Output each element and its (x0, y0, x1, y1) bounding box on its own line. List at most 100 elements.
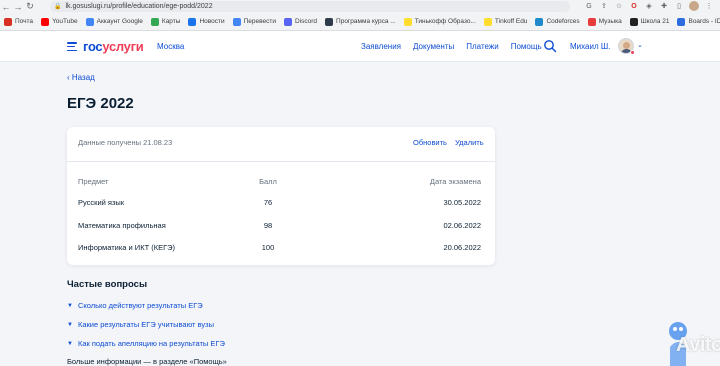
bookmark-label: Тинькофф Образо... (414, 18, 476, 25)
bookmark-favicon-icon (232, 17, 241, 26)
faq-item-label: Какие результаты ЕГЭ учитывают вузы (77, 320, 214, 329)
back-label: Назад (71, 73, 95, 82)
chevron-down-icon[interactable]: ⌄ (637, 41, 643, 49)
logo-part-2: услуги (102, 39, 144, 54)
bookmark-favicon-icon (4, 17, 12, 26)
bookmark-favicon-icon (283, 17, 292, 26)
extension-icon[interactable]: ◈ (644, 1, 654, 11)
data-received-text: Данные получены 21.08.23 (78, 138, 173, 147)
bookmark-favicon-icon (629, 17, 638, 26)
bookmark-item[interactable]: Программа курса ... (325, 17, 396, 26)
bookmark-item[interactable]: Codeforces (535, 17, 580, 26)
bookmark-item[interactable]: Почта (4, 17, 34, 26)
bookmark-label: Discord (294, 18, 318, 25)
bookmark-favicon-icon (677, 17, 686, 26)
column-header-subject: Предмет (78, 177, 109, 186)
notification-dot (630, 50, 635, 55)
site-header: госуслуги Москва Заявления Документы Пла… (0, 31, 720, 62)
star-icon[interactable]: ☆ (614, 1, 624, 11)
back-link[interactable]: ‹ Назад (67, 73, 95, 82)
bookmarks-bar: Почта YouTube Аккаунт Google Карты Новости Пе… (0, 13, 720, 31)
nav-payments[interactable]: Платежи (466, 42, 498, 51)
faq-title: Частые вопросы (67, 279, 148, 290)
page-title: ЕГЭ 2022 (67, 95, 134, 112)
bookmark-label: YouTube (52, 18, 78, 25)
bookmark-item[interactable]: Аккаунт Google (85, 17, 143, 26)
lock-icon: 🔒 (54, 4, 62, 10)
bookmark-item[interactable]: Музыка (587, 17, 622, 26)
bookmark-favicon-icon (535, 17, 544, 26)
table-cell-score: 76 (263, 198, 273, 207)
table-cell-subject: Информатика и ИКТ (КЕГЭ) (78, 243, 176, 252)
profile-avatar-icon[interactable] (689, 1, 699, 11)
faq-item[interactable]: ▼ Сколько действуют результаты ЕГЭ (67, 301, 203, 310)
logo-part-1: гос (83, 39, 103, 54)
top-navigation: Заявления Документы Платежи Помощь (361, 42, 542, 51)
bookmark-item[interactable]: YouTube (41, 17, 78, 26)
faq-item[interactable]: ▼ Какие результаты ЕГЭ учитывают вузы (67, 320, 214, 329)
card-divider (67, 161, 495, 162)
nav-help[interactable]: Помощь (511, 42, 542, 51)
bookmark-label: Boards - IDroo (688, 18, 720, 25)
bookmark-favicon-icon (41, 17, 50, 26)
bookmark-item[interactable]: Новости (188, 17, 225, 26)
puzzle-icon[interactable]: ✚ (659, 1, 669, 11)
bookmark-label: Музыка (598, 18, 622, 25)
bookmark-item[interactable]: Discord (283, 17, 318, 26)
bookmark-item[interactable]: Tinkoff Edu (483, 17, 528, 26)
more-info-link[interactable]: Больше информации — в разделе «Помощь» (67, 357, 227, 366)
chevron-down-icon: ▼ (67, 340, 73, 347)
menu-burger-icon[interactable] (67, 42, 77, 51)
column-header-score: Балл (259, 177, 277, 186)
gosuslugi-logo[interactable]: госуслуги (83, 39, 144, 54)
table-cell-score: 100 (261, 243, 275, 252)
avito-watermark-text: Avito (676, 334, 720, 356)
browser-toolbar-right: G ⇪ ☆ O ◈ ✚ ▯ ⋮ (584, 1, 714, 11)
delete-button[interactable]: Удалить (455, 138, 484, 147)
url-field[interactable]: 🔒 lk.gosuslugi.ru/profile/education/ege-… (50, 1, 570, 12)
bookmark-item[interactable]: Школа 21 (629, 17, 670, 26)
bookmark-item[interactable]: Перевести (232, 17, 276, 26)
column-header-exam-date: Дата экзамена (429, 177, 481, 186)
faq-item[interactable]: ▼ Как подать апелляцию на результаты ЕГЭ (67, 339, 225, 348)
bookmark-label: Tinkoff Edu (494, 18, 528, 25)
google-lens-icon[interactable]: G (584, 1, 594, 11)
bookmark-favicon-icon (325, 17, 334, 26)
table-cell-score: 98 (263, 221, 273, 230)
bookmark-favicon-icon (188, 17, 197, 26)
refresh-button[interactable]: Обновить (413, 138, 447, 147)
city-selector[interactable]: Москва (157, 42, 184, 51)
bookmark-favicon-icon (403, 17, 412, 26)
bookmark-item[interactable]: Boards - IDroo (677, 17, 720, 26)
nav-applications[interactable]: Заявления (361, 42, 401, 51)
faq-item-label: Как подать апелляцию на результаты ЕГЭ (77, 339, 225, 348)
bookmark-item[interactable]: Тинькофф Образо... (403, 17, 476, 26)
nav-documents[interactable]: Документы (413, 42, 454, 51)
results-card: Данные получены 21.08.23 Обновить Удалит… (67, 127, 495, 265)
back-arrow-icon[interactable]: ← (0, 1, 12, 13)
bookmark-label: Школа 21 (640, 18, 670, 25)
bookmark-label: Аккаунт Google (96, 18, 143, 25)
table-cell-subject: Математика профильная (78, 221, 166, 230)
search-icon[interactable] (543, 39, 557, 53)
forward-arrow-icon[interactable]: → (12, 1, 24, 13)
chevron-down-icon: ▼ (67, 302, 73, 309)
bookmark-label: Карты (161, 18, 181, 25)
opera-extension-icon[interactable]: O (629, 1, 639, 11)
bookmark-label: Почта (15, 18, 34, 25)
sidebar-icon[interactable]: ▯ (674, 1, 684, 11)
share-icon[interactable]: ⇪ (599, 1, 609, 11)
bookmark-favicon-icon (587, 17, 596, 26)
table-cell-date: 02.06.2022 (443, 221, 481, 230)
bookmark-label: Codeforces (546, 18, 580, 25)
user-name[interactable]: Михаил Ш. (570, 42, 610, 51)
table-cell-subject: Русский язык (78, 198, 125, 207)
bookmark-item[interactable]: Карты (150, 17, 181, 26)
bookmark-favicon-icon (483, 17, 492, 26)
bookmark-favicon-icon (150, 17, 159, 26)
browser-address-bar: ← → ↻ 🔒 lk.gosuslugi.ru/profile/educatio… (0, 0, 720, 13)
bookmark-favicon-icon (85, 17, 94, 26)
reload-icon[interactable]: ↻ (24, 1, 36, 13)
url-text: lk.gosuslugi.ru/profile/education/ege-po… (65, 3, 213, 10)
menu-dots-icon[interactable]: ⋮ (704, 1, 714, 11)
